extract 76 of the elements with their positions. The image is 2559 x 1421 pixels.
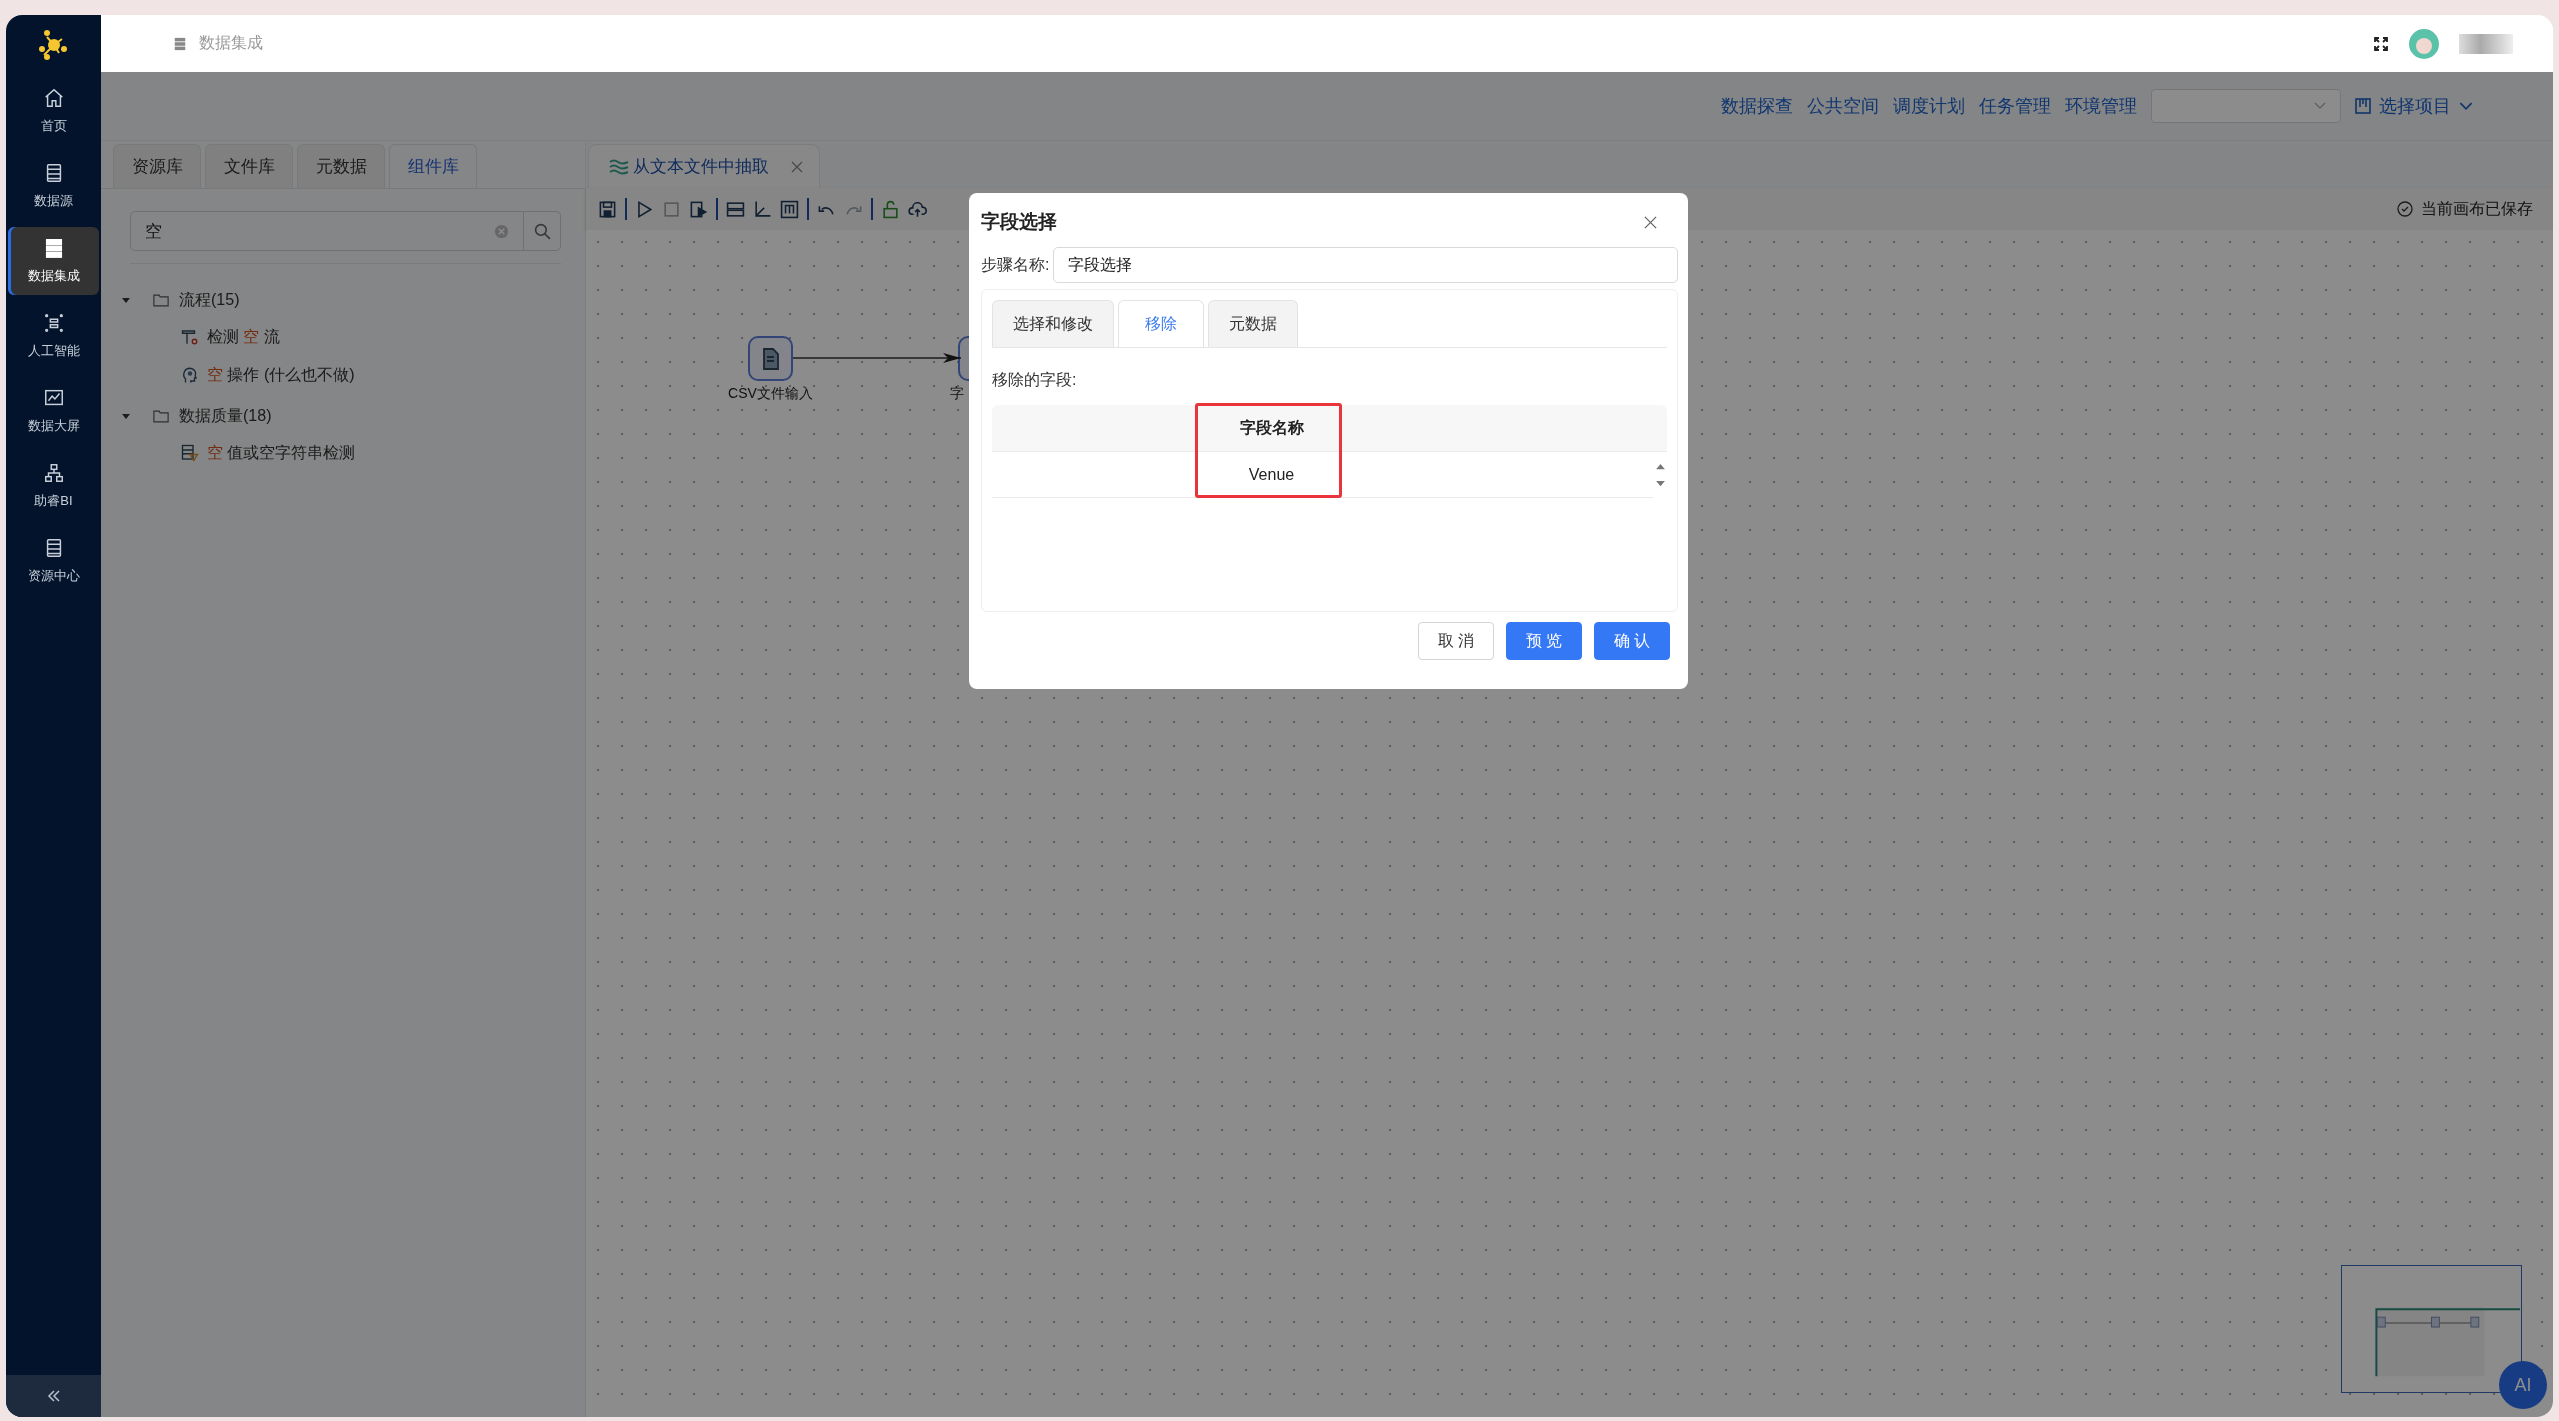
field-label: 步骤名称: [981, 254, 1050, 275]
nav-link[interactable]: 调度计划 [1893, 94, 1965, 118]
wave-icon [609, 158, 629, 175]
editor-tab-title: 从文本文件中抽取 [633, 156, 770, 178]
nav-link[interactable]: 环境管理 [2065, 94, 2137, 118]
filter-list-icon [181, 444, 199, 462]
run-icon[interactable] [635, 199, 654, 219]
dialog-title: 字段选择 [981, 210, 1057, 234]
axis-icon[interactable] [753, 199, 772, 219]
project-selector[interactable]: 选择项目 [2355, 94, 2473, 118]
scan-icon [42, 312, 65, 334]
layout-icon[interactable] [726, 199, 745, 219]
cancel-button[interactable]: 取 消 [1418, 622, 1494, 660]
debug-icon[interactable] [689, 199, 708, 219]
search-icon [533, 222, 551, 240]
sidebar-item[interactable]: 首页 [8, 77, 99, 145]
tree-folder-label[interactable]: 流程(15) [179, 289, 240, 311]
sidebar-item[interactable]: 助睿BI [8, 452, 99, 520]
collapse-button[interactable] [6, 1375, 101, 1417]
dialog-tab[interactable]: 移除 [1118, 300, 1204, 347]
dialog-tab[interactable]: 元数据 [1208, 300, 1298, 347]
library-tab[interactable]: 组件库 [389, 144, 477, 188]
sidebar-item[interactable]: 数据集成 [8, 227, 99, 295]
sidebar-item[interactable]: 数据大屏 [8, 377, 99, 445]
obscured-name [2459, 33, 2513, 54]
folder-icon [153, 293, 169, 307]
tree-item[interactable]: 检测 空 流 [207, 326, 280, 348]
board-icon [2355, 98, 2371, 114]
section-label: 移除的字段: [992, 370, 1078, 390]
nav-link[interactable]: 数据探查 [1721, 94, 1793, 118]
fullscreen-icon[interactable] [2373, 35, 2389, 52]
ai-assistant-button[interactable]: AI [2499, 1361, 2547, 1409]
caret-icon[interactable] [121, 411, 131, 421]
tree-folder-label[interactable]: 数据质量(18) [179, 405, 272, 427]
close-icon[interactable] [1643, 214, 1658, 230]
step-name-input[interactable]: 字段选择 [1053, 247, 1678, 283]
upload-icon[interactable] [908, 199, 927, 219]
node-label: CSV文件输入 [728, 385, 813, 403]
scroll-down-icon[interactable] [1654, 480, 1666, 487]
lock-icon[interactable] [881, 199, 900, 219]
chevron-down-icon [2314, 102, 2326, 110]
frame-icon[interactable] [780, 199, 799, 219]
editor-tab[interactable]: 从文本文件中抽取 [588, 144, 820, 188]
head-icon [181, 366, 199, 384]
house-icon [42, 87, 65, 109]
search-field[interactable]: 空 [130, 211, 524, 251]
tree-item[interactable]: 空 操作 (什么也不做) [207, 364, 355, 386]
node-label: 字 [950, 385, 964, 403]
close-icon[interactable] [791, 160, 803, 173]
hierarchy-icon [42, 462, 65, 484]
library-tab[interactable]: 文件库 [205, 144, 293, 188]
check-circle-icon [2397, 201, 2413, 217]
double-chevron-icon [45, 1388, 62, 1404]
page-title: 数据集成 [199, 33, 263, 53]
hammer-icon [181, 328, 199, 346]
save-icon[interactable] [598, 199, 617, 219]
scroll-up-icon[interactable] [1654, 463, 1666, 470]
nav-link[interactable]: 公共空间 [1807, 94, 1879, 118]
server-icon [173, 35, 187, 52]
sidebar-item[interactable]: 人工智能 [8, 302, 99, 370]
file-node[interactable] [748, 336, 793, 381]
tree-item[interactable]: 空 值或空字符串检测 [207, 442, 356, 464]
dropdown-field[interactable] [2151, 89, 2341, 123]
library-tab[interactable]: 资源库 [113, 144, 201, 188]
library-tab[interactable]: 元数据 [297, 144, 385, 188]
folder-icon [153, 409, 169, 423]
search-button[interactable] [524, 211, 561, 251]
nav-link[interactable]: 任务管理 [1979, 94, 2051, 118]
dialog-tab[interactable]: 选择和修改 [992, 300, 1114, 347]
chevron-down-icon [2459, 101, 2473, 111]
save-status: 当前画布已保存 [2421, 198, 2533, 219]
sidebar-item[interactable]: 数据源 [8, 152, 99, 220]
caret-icon[interactable] [121, 295, 131, 305]
primary-button[interactable]: 预 览 [1506, 622, 1582, 660]
primary-button[interactable]: 确 认 [1594, 622, 1670, 660]
sidebar-item[interactable]: 资源中心 [8, 527, 99, 595]
